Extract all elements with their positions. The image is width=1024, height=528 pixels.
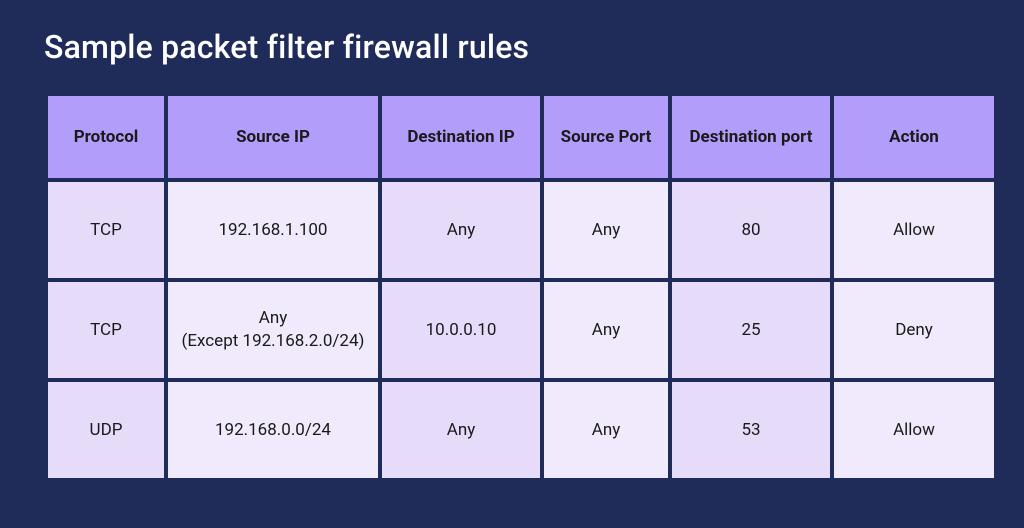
table-row: TCP Any (Except 192.168.2.0/24) 10.0.0.1… [48, 282, 994, 378]
cell-destination-port: 80 [672, 182, 830, 278]
cell-source-port: Any [544, 182, 668, 278]
cell-action: Allow [834, 182, 994, 278]
cell-action: Allow [834, 382, 994, 478]
table-row: UDP 192.168.0.0/24 Any Any 53 Allow [48, 382, 994, 478]
cell-protocol: TCP [48, 182, 164, 278]
cell-destination-ip: Any [382, 182, 540, 278]
cell-source-port: Any [544, 282, 668, 378]
cell-source-ip: 192.168.0.0/24 [168, 382, 378, 478]
firewall-rules-table: Protocol Source IP Destination IP Source… [44, 92, 998, 482]
col-header-source-ip: Source IP [168, 96, 378, 178]
cell-destination-port: 25 [672, 282, 830, 378]
cell-source-ip: 192.168.1.100 [168, 182, 378, 278]
table-row: TCP 192.168.1.100 Any Any 80 Allow [48, 182, 994, 278]
cell-source-ip: Any (Except 192.168.2.0/24) [168, 282, 378, 378]
cell-protocol: TCP [48, 282, 164, 378]
col-header-destination-port: Destination port [672, 96, 830, 178]
col-header-source-port: Source Port [544, 96, 668, 178]
cell-action: Deny [834, 282, 994, 378]
cell-destination-port: 53 [672, 382, 830, 478]
page-title: Sample packet filter firewall rules [44, 28, 980, 66]
cell-destination-ip: 10.0.0.10 [382, 282, 540, 378]
col-header-action: Action [834, 96, 994, 178]
col-header-destination-ip: Destination IP [382, 96, 540, 178]
cell-source-port: Any [544, 382, 668, 478]
page: Sample packet filter firewall rules Prot… [0, 0, 1024, 518]
cell-protocol: UDP [48, 382, 164, 478]
cell-destination-ip: Any [382, 382, 540, 478]
col-header-protocol: Protocol [48, 96, 164, 178]
